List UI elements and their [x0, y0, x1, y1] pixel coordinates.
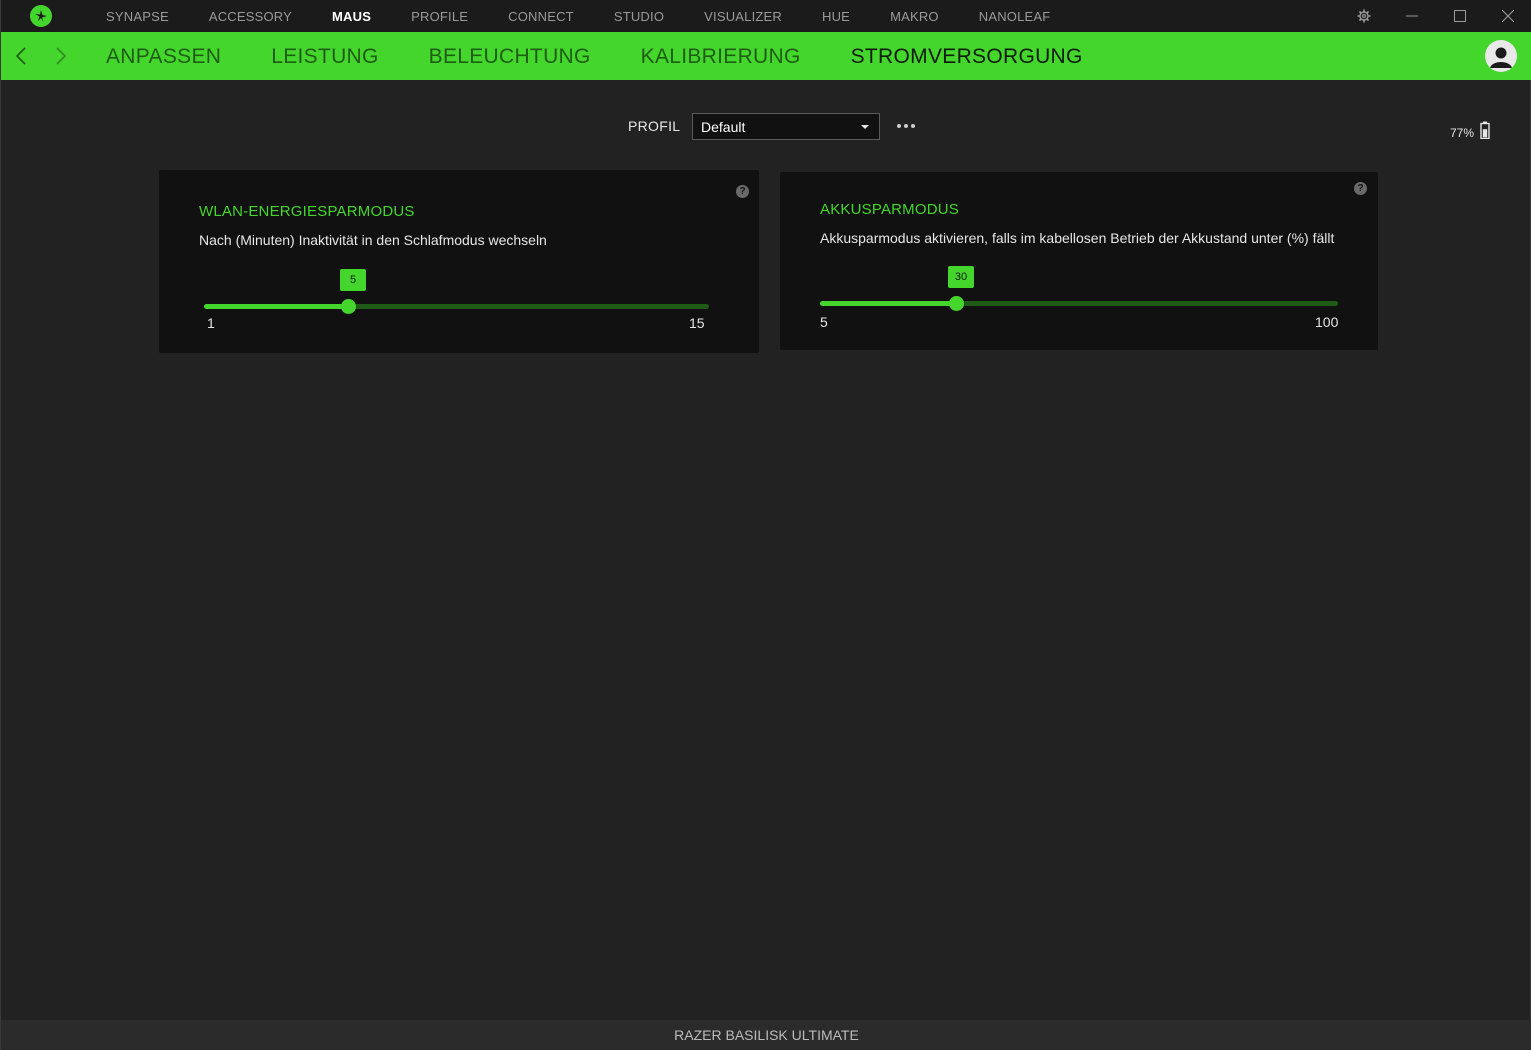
gear-icon: [1357, 9, 1371, 23]
topnav-item-accessory[interactable]: ACCESSORY: [189, 0, 312, 32]
topnav-item-connect[interactable]: CONNECT: [488, 0, 594, 32]
slider-min-label: 5: [820, 314, 828, 330]
help-icon[interactable]: ?: [1354, 182, 1367, 195]
topnav-item-visualizer[interactable]: VISUALIZER: [684, 0, 802, 32]
slider-value-badge: 30: [948, 266, 974, 288]
tab-leistung[interactable]: LEISTUNG: [271, 32, 378, 80]
slider-max-label: 15: [689, 315, 705, 331]
settings-button[interactable]: [1340, 0, 1388, 32]
tab-beleuchtung[interactable]: BELEUCHTUNG: [429, 32, 591, 80]
topnav-item-hue[interactable]: HUE: [802, 0, 870, 32]
tab-anpassen[interactable]: ANPASSEN: [106, 32, 221, 80]
slider-min-label: 1: [207, 315, 215, 331]
forward-button[interactable]: [48, 44, 72, 68]
topnav-item-makro[interactable]: MAKRO: [870, 0, 959, 32]
maximize-icon: [1454, 10, 1466, 22]
profile-label: PROFIL: [628, 118, 681, 134]
close-button[interactable]: [1484, 0, 1531, 32]
battery-saving-card: ? AKKUSPARMODUS Akkusparmodus aktivieren…: [780, 172, 1378, 350]
back-button[interactable]: [10, 44, 34, 68]
maximize-button[interactable]: [1436, 0, 1484, 32]
dot-icon: [904, 124, 908, 128]
profile-more-button[interactable]: [895, 118, 917, 134]
battery-threshold-slider-track[interactable]: [820, 301, 1338, 306]
battery-percentage: 77%: [1450, 126, 1475, 140]
card-description: Nach (Minuten) Inaktivität in den Schlaf…: [199, 232, 547, 248]
dot-icon: [911, 124, 915, 128]
slider-max-label: 100: [1315, 314, 1339, 330]
top-nav: SYNAPSE ACCESSORY MAUS PROFILE CONNECT S…: [86, 0, 1070, 32]
slider-value-badge: 5: [340, 269, 366, 291]
sleep-timeout-slider-track[interactable]: [204, 304, 709, 309]
sleep-timeout-slider-thumb[interactable]: [340, 299, 356, 314]
dot-icon: [897, 124, 901, 128]
card-description: Akkusparmodus aktivieren, falls im kabel…: [820, 230, 1335, 246]
tab-kalibrierung[interactable]: KALIBRIERUNG: [641, 32, 801, 80]
user-icon: [1490, 47, 1512, 68]
chevron-right-icon: [56, 47, 67, 65]
topnav-item-studio[interactable]: STUDIO: [594, 0, 684, 32]
razer-logo-icon[interactable]: [30, 5, 52, 27]
minimize-button[interactable]: [1388, 0, 1436, 32]
card-title: AKKUSPARMODUS: [820, 201, 960, 218]
battery-icon: [1480, 121, 1490, 139]
profile-selected-value: Default: [701, 119, 746, 135]
wlan-power-saving-card: ? WLAN-ENERGIESPARMODUS Nach (Minuten) I…: [159, 170, 759, 353]
tab-stromversorgung[interactable]: STROMVERSORGUNG: [851, 32, 1083, 80]
topnav-item-synapse[interactable]: SYNAPSE: [86, 0, 189, 32]
slider-fill: [204, 304, 349, 309]
avatar[interactable]: [1485, 40, 1517, 72]
topnav-item-maus[interactable]: MAUS: [312, 0, 391, 32]
sub-nav: ANPASSEN LEISTUNG BELEUCHTUNG KALIBRIERU…: [1, 32, 1531, 80]
topnav-item-nanoleaf[interactable]: NANOLEAF: [959, 0, 1071, 32]
close-icon: [1502, 10, 1514, 22]
minimize-icon: [1406, 15, 1418, 17]
slider-fill: [820, 301, 957, 306]
title-bar: SYNAPSE ACCESSORY MAUS PROFILE CONNECT S…: [1, 0, 1531, 32]
sub-tabs: ANPASSEN LEISTUNG BELEUCHTUNG KALIBRIERU…: [106, 32, 1133, 80]
caret-down-icon: [861, 125, 869, 129]
window-controls: [1340, 0, 1531, 32]
profile-dropdown[interactable]: Default: [692, 113, 880, 140]
card-title: WLAN-ENERGIESPARMODUS: [199, 203, 415, 220]
battery-threshold-slider-thumb[interactable]: [948, 296, 964, 311]
device-name-footer: RAZER BASILISK ULTIMATE: [1, 1020, 1531, 1050]
help-icon[interactable]: ?: [736, 185, 749, 198]
chevron-left-icon: [15, 47, 26, 65]
topnav-item-profile[interactable]: PROFILE: [391, 0, 488, 32]
